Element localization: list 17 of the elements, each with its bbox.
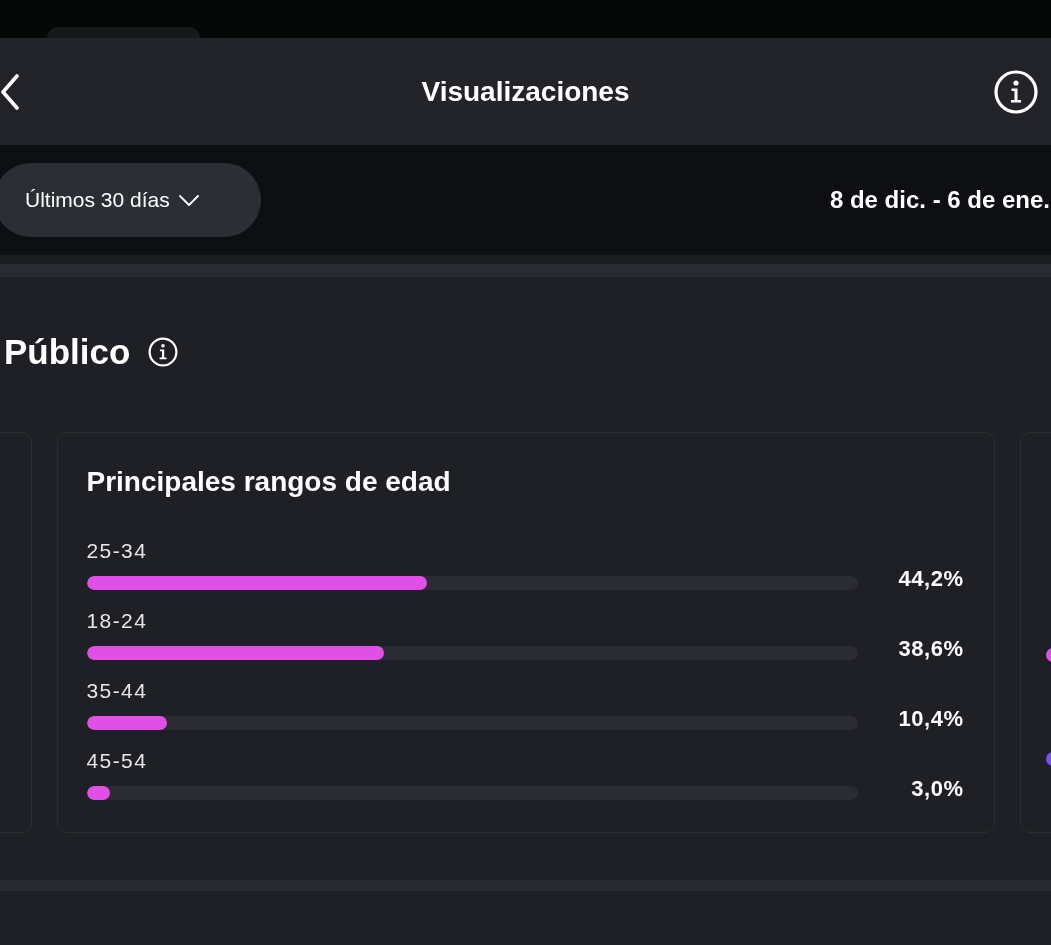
- period-dropdown[interactable]: Últimos 30 días: [0, 163, 261, 237]
- percentage-value: 44,2%: [898, 566, 964, 592]
- percentage-value: 3,0%: [911, 776, 964, 802]
- age-range-label: 45-54: [86, 748, 148, 774]
- percentage-value: 10,4%: [898, 706, 964, 732]
- section-title: Público: [4, 331, 131, 373]
- chevron-down-icon: [178, 194, 199, 206]
- age-range-label: 25-34: [86, 538, 148, 564]
- info-icon[interactable]: [148, 337, 179, 367]
- age-range-label: 18-24: [86, 608, 148, 634]
- info-icon[interactable]: [994, 69, 1038, 114]
- percentage-value: 38,6%: [898, 636, 964, 662]
- back-icon[interactable]: [0, 73, 20, 110]
- card-title: Principales rangos de edad: [86, 465, 452, 499]
- age-range-label: 35-44: [86, 678, 148, 704]
- page-title: Visualizaciones: [421, 74, 630, 109]
- date-range: 8 de dic. - 6 de ene.: [829, 186, 1051, 214]
